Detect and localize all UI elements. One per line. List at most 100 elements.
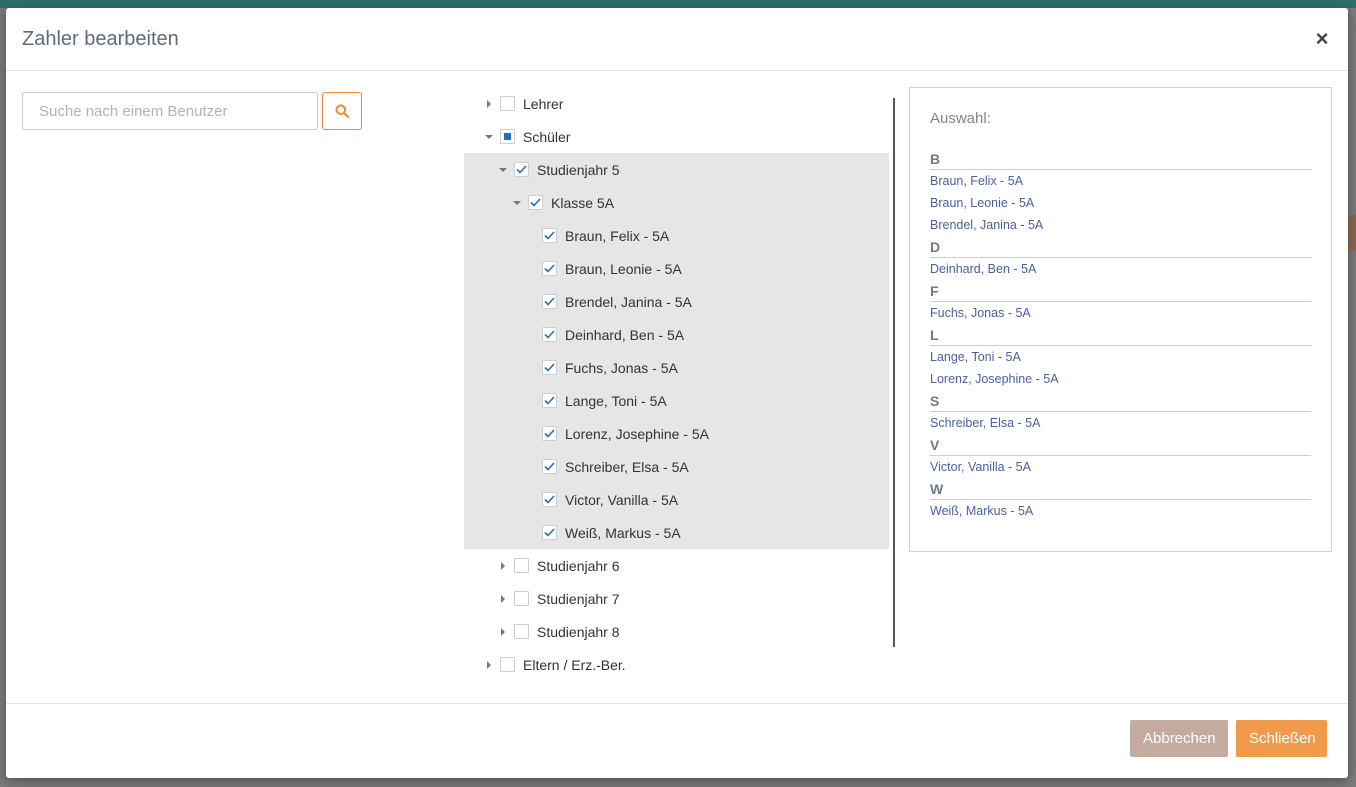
tree-checkbox[interactable]	[542, 261, 557, 276]
tree-scrollbar[interactable]	[893, 98, 895, 647]
tree-checkbox[interactable]	[542, 525, 557, 540]
selection-group-letter: B	[930, 150, 1311, 170]
tree-label[interactable]: Eltern / Erz.-Ber.	[523, 657, 626, 673]
checkmark-icon	[530, 198, 541, 207]
checkmark-icon	[544, 495, 555, 504]
tree-node-student[interactable]: Fuchs, Jonas - 5A	[464, 351, 889, 384]
tree-node-student[interactable]: Deinhard, Ben - 5A	[464, 318, 889, 351]
tree-node-student[interactable]: Schreiber, Elsa - 5A	[464, 450, 889, 483]
tree-label[interactable]: Braun, Leonie - 5A	[565, 261, 682, 277]
tree-checkbox[interactable]	[528, 195, 543, 210]
edit-payer-dialog: Zahler bearbeiten × Lehrer Schüler Studien…	[6, 8, 1348, 778]
tree-label[interactable]: Fuchs, Jonas - 5A	[565, 360, 678, 376]
tree-label[interactable]: Lange, Toni - 5A	[565, 393, 667, 409]
tree-node-student[interactable]: Lange, Toni - 5A	[464, 384, 889, 417]
tree-label[interactable]: Braun, Felix - 5A	[565, 228, 669, 244]
close-button[interactable]: Schließen	[1236, 720, 1327, 757]
tree-node-student[interactable]: Lorenz, Josephine - 5A	[464, 417, 889, 450]
tree-label[interactable]: Studienjahr 6	[537, 558, 620, 574]
tree-label[interactable]: Studienjahr 5	[537, 162, 620, 178]
tree-checkbox[interactable]	[542, 294, 557, 309]
tree-checkbox[interactable]	[500, 129, 515, 144]
tree-node-studienjahr-6[interactable]: Studienjahr 6	[464, 549, 889, 582]
tree-checkbox[interactable]	[542, 360, 557, 375]
tree-checkbox[interactable]	[542, 459, 557, 474]
tree-checkbox[interactable]	[514, 558, 529, 573]
tree-label[interactable]: Lehrer	[523, 96, 563, 112]
tree-node-studienjahr-7[interactable]: Studienjahr 7	[464, 582, 889, 615]
selection-item[interactable]: Fuchs, Jonas - 5A	[930, 302, 1311, 324]
tree-label[interactable]: Schreiber, Elsa - 5A	[565, 459, 689, 475]
tree-node-eltern[interactable]: Eltern / Erz.-Ber.	[464, 648, 889, 681]
tree-checkbox[interactable]	[500, 657, 515, 672]
caret-right-icon[interactable]	[496, 559, 510, 573]
tree-label[interactable]: Lorenz, Josephine - 5A	[565, 426, 709, 442]
tree-checkbox[interactable]	[514, 624, 529, 639]
tree-node-studienjahr-8[interactable]: Studienjahr 8	[464, 615, 889, 648]
cancel-button[interactable]: Abbrechen	[1130, 720, 1228, 757]
selection-item[interactable]: Victor, Vanilla - 5A	[930, 456, 1311, 478]
tree-label[interactable]: Brendel, Janina - 5A	[565, 294, 692, 310]
selection-item[interactable]: Brendel, Janina - 5A	[930, 214, 1311, 236]
tree-checkbox[interactable]	[514, 162, 529, 177]
selection-item[interactable]: Weiß, Markus - 5A	[930, 500, 1311, 522]
selection-item[interactable]: Lange, Toni - 5A	[930, 346, 1311, 368]
tree-node-klasse-5a[interactable]: Klasse 5A	[464, 186, 889, 219]
tree-node-schueler[interactable]: Schüler	[464, 120, 889, 153]
selection-list: B Braun, Felix - 5A Braun, Leonie - 5A Bren…	[930, 150, 1311, 522]
search-button[interactable]	[322, 92, 362, 130]
tree-checkbox[interactable]	[542, 426, 557, 441]
checkmark-icon	[544, 231, 555, 240]
selection-item[interactable]: Deinhard, Ben - 5A	[930, 258, 1311, 280]
tree-label[interactable]: Weiß, Markus - 5A	[565, 525, 681, 541]
checkmark-icon	[544, 396, 555, 405]
tree-label[interactable]: Klasse 5A	[551, 195, 614, 211]
tree-checkbox[interactable]	[542, 393, 557, 408]
tree-checkbox[interactable]	[514, 591, 529, 606]
tree-node-student[interactable]: Brendel, Janina - 5A	[464, 285, 889, 318]
tree-checkbox[interactable]	[542, 228, 557, 243]
close-icon[interactable]: ×	[1312, 28, 1332, 50]
caret-right-icon[interactable]	[496, 592, 510, 606]
checkmark-icon	[544, 264, 555, 273]
checkmark-icon	[544, 330, 555, 339]
tree-label[interactable]: Victor, Vanilla - 5A	[565, 492, 678, 508]
selection-panel: Auswahl: B Braun, Felix - 5A Braun, Leonie…	[909, 87, 1332, 552]
dialog-header: Zahler bearbeiten ×	[6, 8, 1348, 71]
tree-checkbox[interactable]	[542, 327, 557, 342]
caret-right-icon[interactable]	[496, 625, 510, 639]
search-icon	[335, 104, 349, 118]
tree-node-student[interactable]: Braun, Leonie - 5A	[464, 252, 889, 285]
selection-item[interactable]: Schreiber, Elsa - 5A	[930, 412, 1311, 434]
tree-node-lehrer[interactable]: Lehrer	[464, 87, 889, 120]
caret-down-icon[interactable]	[510, 196, 524, 210]
dialog-title: Zahler bearbeiten	[22, 27, 179, 50]
caret-down-icon[interactable]	[482, 130, 496, 144]
partial-check-icon	[504, 133, 511, 140]
tree-checkbox[interactable]	[542, 492, 557, 507]
selection-item[interactable]: Braun, Felix - 5A	[930, 170, 1311, 192]
recipient-tree: Lehrer Schüler Studienjahr 5 Klasse 5A Braun…	[464, 87, 889, 681]
selection-group-letter: W	[930, 480, 1311, 500]
tree-node-student[interactable]: Braun, Felix - 5A	[464, 219, 889, 252]
selection-item[interactable]: Braun, Leonie - 5A	[930, 192, 1311, 214]
tree-label[interactable]: Schüler	[523, 129, 570, 145]
tree-label[interactable]: Studienjahr 7	[537, 591, 620, 607]
tree-node-student[interactable]: Weiß, Markus - 5A	[464, 516, 889, 549]
caret-right-icon[interactable]	[482, 97, 496, 111]
checkmark-icon	[544, 429, 555, 438]
caret-down-icon[interactable]	[496, 163, 510, 177]
caret-right-icon[interactable]	[482, 658, 496, 672]
tree-label[interactable]: Studienjahr 8	[537, 624, 620, 640]
tree-node-studienjahr-5[interactable]: Studienjahr 5	[464, 153, 889, 186]
selection-group-letter: S	[930, 392, 1311, 412]
user-search-input[interactable]	[22, 92, 318, 130]
tree-label[interactable]: Deinhard, Ben - 5A	[565, 327, 684, 343]
tree-node-student[interactable]: Victor, Vanilla - 5A	[464, 483, 889, 516]
tree-checkbox[interactable]	[500, 96, 515, 111]
selection-item[interactable]: Lorenz, Josephine - 5A	[930, 368, 1311, 390]
